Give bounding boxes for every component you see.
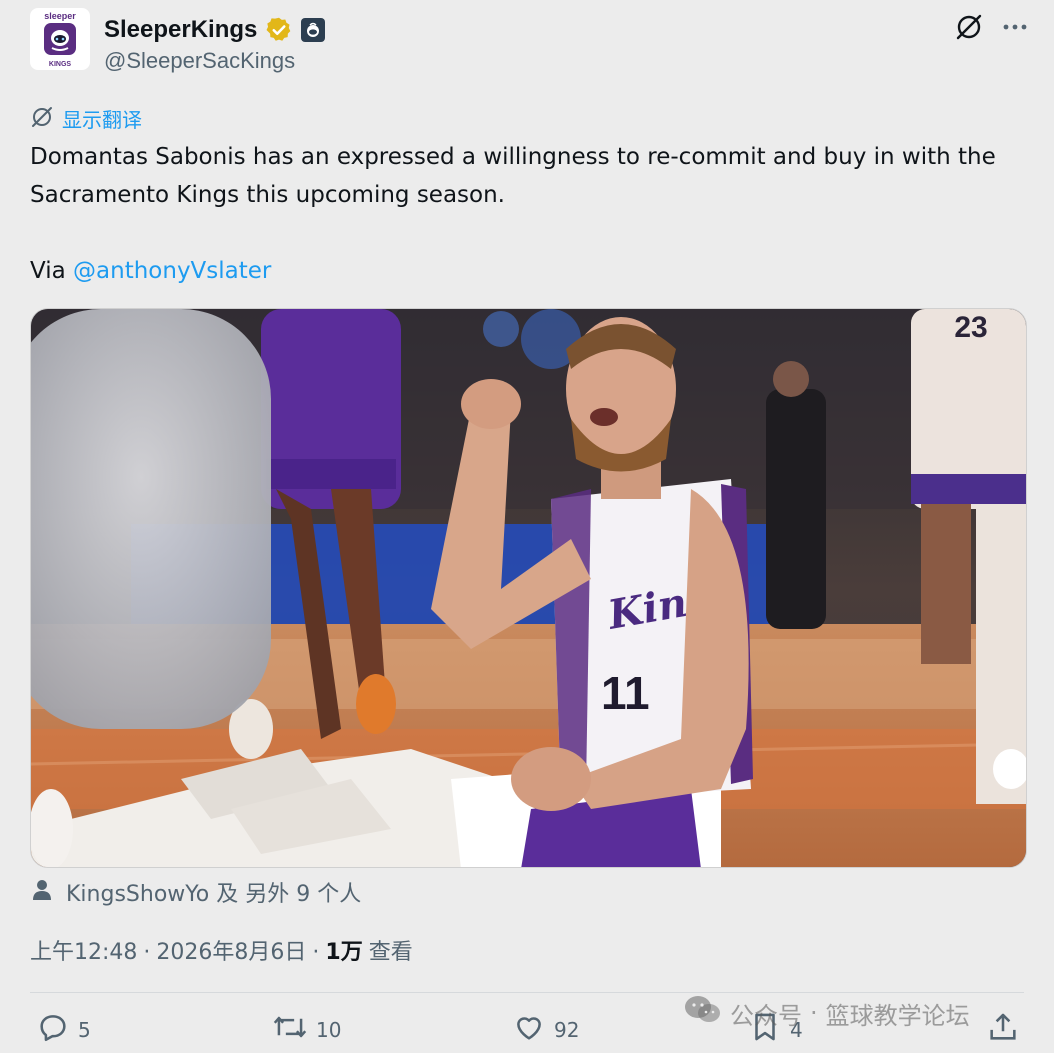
tweet-photo[interactable]: 23 Kings 11 <box>30 308 1027 868</box>
handle[interactable]: @SleeperSacKings <box>104 48 295 74</box>
action-bar: 5 10 92 4 <box>36 1010 1026 1050</box>
tweet-time[interactable]: 上午12:48 <box>30 934 137 966</box>
translate-link[interactable]: 显示翻译 <box>30 104 142 133</box>
reply-count: 5 <box>78 1017 91 1042</box>
tweet-line-2: Sacramento Kings this upcoming season. <box>30 182 505 208</box>
bookmark-count: 4 <box>790 1017 803 1042</box>
meta-separator: · <box>143 940 151 965</box>
tweet-header: sleeper KINGS SleeperKings @SleeperSacKi… <box>30 8 1030 78</box>
tweet-meta: 上午12:48 · 2026年8月6日 · 1万 查看 <box>30 934 413 966</box>
display-name[interactable]: SleeperKings <box>104 16 257 44</box>
views-count: 1万 <box>325 940 363 965</box>
reply-icon <box>36 1010 70 1049</box>
via-prefix: Via <box>30 258 74 284</box>
tweet-line-1: Domantas Sabonis has an expressed a will… <box>30 144 996 170</box>
more-icon[interactable] <box>1000 12 1030 42</box>
avatar-text-bottom: KINGS <box>49 61 72 68</box>
translate-icon <box>30 105 54 133</box>
verified-badge-icon <box>265 16 293 44</box>
person-icon <box>30 878 54 906</box>
bookmark-button[interactable]: 4 <box>748 1010 803 1049</box>
bookmark-icon <box>748 1010 782 1049</box>
avatar[interactable]: sleeper KINGS <box>30 8 90 70</box>
slashed-circle-icon[interactable] <box>954 12 984 42</box>
reply-button[interactable]: 5 <box>36 1010 91 1049</box>
views-label: 查看 <box>368 940 413 965</box>
bg-jersey-number: 23 <box>954 311 987 344</box>
liked-by-text[interactable]: KingsShowYo 及 另外 9 个人 <box>66 876 361 908</box>
jersey-number: 11 <box>601 667 650 719</box>
retweet-count: 10 <box>316 1017 342 1042</box>
tweet-via: Via @anthonyVslater <box>30 252 1040 290</box>
share-icon <box>986 1010 1020 1049</box>
like-count: 92 <box>554 1017 580 1042</box>
share-button[interactable] <box>986 1010 1020 1049</box>
tweet-date[interactable]: 2026年8月6日 <box>156 934 306 966</box>
meta-separator: · <box>312 940 320 965</box>
translate-label[interactable]: 显示翻译 <box>62 104 142 133</box>
retweet-button[interactable]: 10 <box>272 1010 341 1049</box>
tweet-text: Domantas Sabonis has an expressed a will… <box>30 138 1040 290</box>
like-button[interactable]: 92 <box>512 1010 579 1049</box>
like-icon <box>512 1010 546 1049</box>
affiliate-badge-icon[interactable] <box>301 18 326 42</box>
mention-link[interactable]: @anthonyVslater <box>73 258 271 284</box>
retweet-icon <box>272 1010 308 1049</box>
liked-by[interactable]: KingsShowYo 及 另外 9 个人 <box>30 876 361 908</box>
avatar-text-top: sleeper <box>44 11 76 21</box>
divider <box>30 992 1024 993</box>
